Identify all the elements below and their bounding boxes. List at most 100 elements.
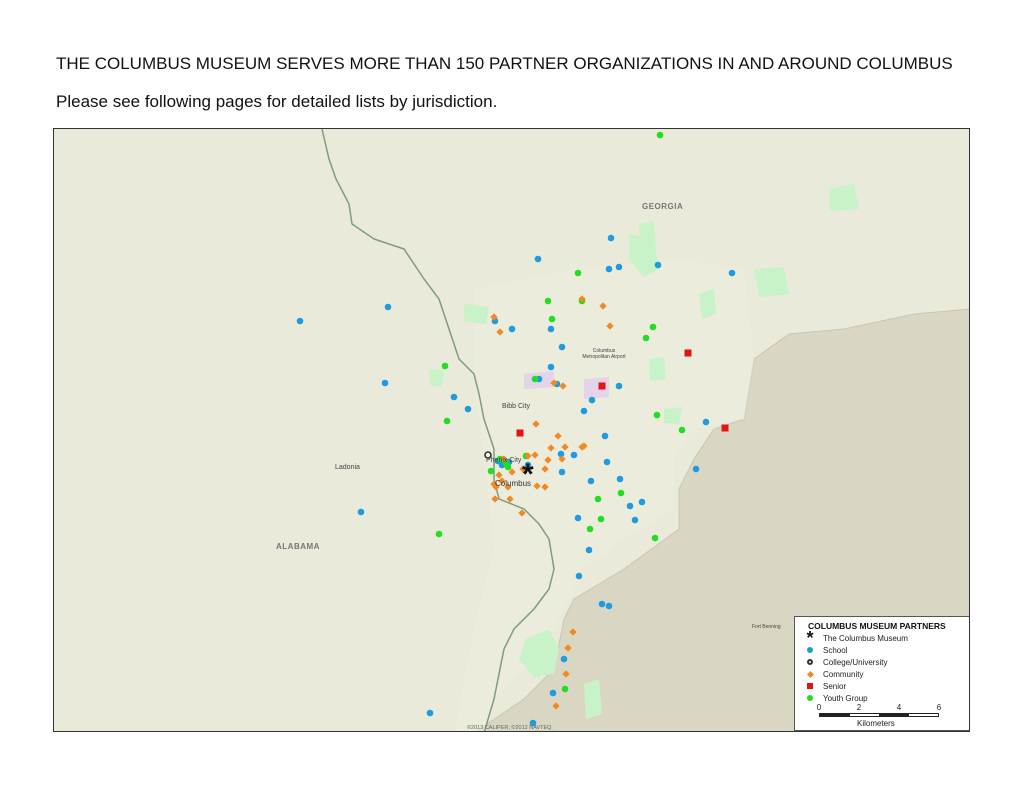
youth-dot-icon bbox=[807, 695, 813, 701]
park bbox=[584, 679, 602, 719]
columbus-label: Columbus bbox=[495, 479, 532, 488]
fort-benning-label: Fort Benning bbox=[752, 624, 781, 630]
school-marker[interactable] bbox=[601, 432, 609, 440]
school-marker[interactable] bbox=[296, 317, 304, 325]
youth-group-marker[interactable] bbox=[642, 334, 650, 342]
school-marker[interactable] bbox=[570, 451, 578, 459]
school-marker[interactable] bbox=[558, 468, 566, 476]
senior-marker[interactable] bbox=[684, 349, 692, 357]
youth-group-marker[interactable] bbox=[441, 362, 449, 370]
school-marker[interactable] bbox=[588, 396, 596, 404]
airport-label: Columbus Metropolitan Airport bbox=[582, 348, 626, 360]
map-copyright: ©2013 CALIPER; ©2012 NAVTEQ bbox=[467, 725, 552, 731]
youth-group-marker[interactable] bbox=[574, 269, 582, 277]
bibb-city-label: Bibb City bbox=[502, 403, 531, 410]
youth-group-marker[interactable] bbox=[649, 323, 657, 331]
youth-group-marker[interactable] bbox=[656, 131, 664, 139]
legend-item-museum: * The Columbus Museum bbox=[803, 628, 907, 648]
school-marker[interactable] bbox=[654, 261, 662, 269]
school-marker[interactable] bbox=[426, 709, 434, 717]
youth-group-marker[interactable] bbox=[617, 489, 625, 497]
senior-marker[interactable] bbox=[721, 424, 729, 432]
school-marker[interactable] bbox=[607, 234, 615, 242]
scale-tick: 6 bbox=[936, 703, 942, 712]
park bbox=[829, 184, 859, 211]
asterisk-icon: * bbox=[806, 628, 814, 648]
phenix-city-label: Phenix City bbox=[486, 457, 522, 464]
school-marker[interactable] bbox=[547, 363, 555, 371]
youth-group-marker[interactable] bbox=[548, 315, 556, 323]
school-marker[interactable] bbox=[557, 450, 565, 458]
school-marker[interactable] bbox=[585, 546, 593, 554]
youth-group-marker[interactable] bbox=[531, 375, 539, 383]
park bbox=[754, 267, 789, 297]
youth-group-marker[interactable] bbox=[487, 467, 495, 475]
legend-label: School bbox=[823, 645, 848, 655]
legend-label: Community bbox=[823, 669, 864, 679]
school-marker[interactable] bbox=[357, 508, 365, 516]
legend-item-community: Community bbox=[803, 668, 863, 680]
park bbox=[699, 289, 716, 319]
scale-tick: 4 bbox=[896, 703, 902, 712]
school-marker[interactable] bbox=[615, 263, 623, 271]
school-marker[interactable] bbox=[450, 393, 458, 401]
youth-group-marker[interactable] bbox=[653, 411, 661, 419]
school-marker[interactable] bbox=[464, 405, 472, 413]
youth-group-marker[interactable] bbox=[651, 534, 659, 542]
school-marker[interactable] bbox=[692, 465, 700, 473]
school-dot-icon bbox=[807, 647, 813, 653]
legend-item-school: School bbox=[803, 644, 847, 656]
school-marker[interactable] bbox=[728, 269, 736, 277]
school-marker[interactable] bbox=[549, 689, 557, 697]
legend-label: Senior bbox=[823, 681, 847, 691]
legend-item-senior: Senior bbox=[803, 680, 846, 692]
partner-map[interactable]: * GEORGIA ALABAMA Ladonia Bibb City Phen… bbox=[53, 128, 970, 732]
youth-group-marker[interactable] bbox=[586, 525, 594, 533]
youth-group-marker[interactable] bbox=[435, 530, 443, 538]
school-marker[interactable] bbox=[605, 265, 613, 273]
park bbox=[429, 369, 444, 387]
school-marker[interactable] bbox=[560, 655, 568, 663]
school-marker[interactable] bbox=[381, 379, 389, 387]
school-marker[interactable] bbox=[580, 407, 588, 415]
senior-square-icon bbox=[807, 683, 813, 689]
scale-tick: 0 bbox=[816, 703, 822, 712]
map-legend: COLUMBUS MUSEUM PARTNERS * The Columbus … bbox=[794, 616, 969, 731]
school-marker[interactable] bbox=[587, 477, 595, 485]
legend-title: COLUMBUS MUSEUM PARTNERS bbox=[808, 621, 946, 631]
school-marker[interactable] bbox=[384, 303, 392, 311]
park bbox=[664, 407, 682, 424]
school-marker[interactable] bbox=[702, 418, 710, 426]
school-marker[interactable] bbox=[574, 514, 582, 522]
youth-group-marker[interactable] bbox=[678, 426, 686, 434]
school-marker[interactable] bbox=[626, 502, 634, 510]
school-marker[interactable] bbox=[638, 498, 646, 506]
school-marker[interactable] bbox=[534, 255, 542, 263]
youth-group-marker[interactable] bbox=[561, 685, 569, 693]
school-marker[interactable] bbox=[631, 516, 639, 524]
school-marker[interactable] bbox=[547, 325, 555, 333]
youth-group-marker[interactable] bbox=[443, 417, 451, 425]
school-marker[interactable] bbox=[616, 475, 624, 483]
school-marker[interactable] bbox=[615, 382, 623, 390]
scale-bar bbox=[819, 713, 939, 717]
youth-group-marker[interactable] bbox=[597, 515, 605, 523]
legend-item-college: College/University bbox=[803, 656, 887, 668]
school-marker[interactable] bbox=[603, 458, 611, 466]
legend-label: College/University bbox=[823, 657, 888, 667]
youth-group-marker[interactable] bbox=[544, 297, 552, 305]
school-marker[interactable] bbox=[575, 572, 583, 580]
school-marker[interactable] bbox=[598, 600, 606, 608]
school-marker[interactable] bbox=[508, 325, 516, 333]
park bbox=[649, 357, 666, 381]
youth-group-marker[interactable] bbox=[594, 495, 602, 503]
ladonia-label: Ladonia bbox=[335, 464, 360, 471]
alabama-label: ALABAMA bbox=[276, 542, 320, 551]
school-marker[interactable] bbox=[558, 343, 566, 351]
senior-marker[interactable] bbox=[598, 382, 606, 390]
scale-tick-labels: 0 2 4 6 bbox=[816, 703, 949, 713]
school-marker[interactable] bbox=[605, 602, 613, 610]
senior-marker[interactable] bbox=[516, 429, 524, 437]
park bbox=[639, 221, 656, 247]
scale-unit-label: Kilometers bbox=[857, 719, 895, 728]
